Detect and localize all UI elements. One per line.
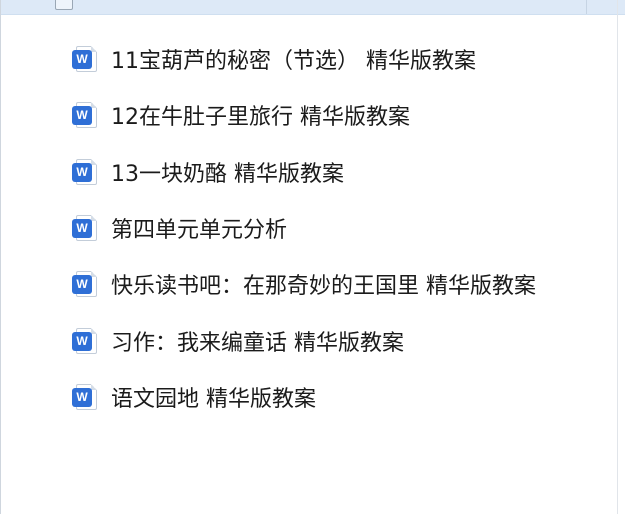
scrollbar-track[interactable] <box>617 0 618 514</box>
file-item[interactable]: W 11宝葫芦的秘密（节选） 精华版教案 <box>72 31 536 87</box>
file-name: 语文园地 精华版教案 <box>111 386 316 412</box>
file-item[interactable]: W 13一块奶酪 精华版教案 <box>72 144 536 200</box>
file-item[interactable]: W 第四单元单元分析 <box>72 200 536 256</box>
file-item[interactable]: W 语文园地 精华版教案 <box>72 369 536 425</box>
word-doc-icon: W <box>72 383 99 411</box>
file-name: 第四单元单元分析 <box>111 218 288 244</box>
top-header-bar <box>0 0 625 15</box>
word-doc-icon: W <box>72 327 99 355</box>
file-name: 11宝葫芦的秘密（节选） 精华版教案 <box>111 49 476 75</box>
word-doc-icon: W <box>72 158 99 186</box>
file-item[interactable]: W 12在牛肚子里旅行 精华版教案 <box>72 87 536 143</box>
word-doc-icon: W <box>72 45 99 73</box>
file-item[interactable]: W 快乐读书吧：在那奇妙的王国里 精华版教案 <box>72 256 536 312</box>
file-name: 快乐读书吧：在那奇妙的王国里 精华版教案 <box>111 274 536 300</box>
left-border <box>0 0 1 514</box>
word-doc-icon: W <box>72 101 99 129</box>
file-item[interactable]: W 习作：我来编童话 精华版教案 <box>72 312 536 368</box>
file-browser-window: W 11宝葫芦的秘密（节选） 精华版教案 W 12在牛肚子里旅行 精华版教案 W… <box>0 0 625 514</box>
file-name: 12在牛肚子里旅行 精华版教案 <box>111 105 410 131</box>
word-doc-icon: W <box>72 214 99 242</box>
column-divider <box>586 0 587 14</box>
file-name: 13一块奶酪 精华版教案 <box>111 161 344 187</box>
word-doc-icon: W <box>72 270 99 298</box>
file-list: W 11宝葫芦的秘密（节选） 精华版教案 W 12在牛肚子里旅行 精华版教案 W… <box>72 31 536 425</box>
file-name: 习作：我来编童话 精华版教案 <box>111 330 404 356</box>
checkbox-icon[interactable] <box>55 0 73 10</box>
